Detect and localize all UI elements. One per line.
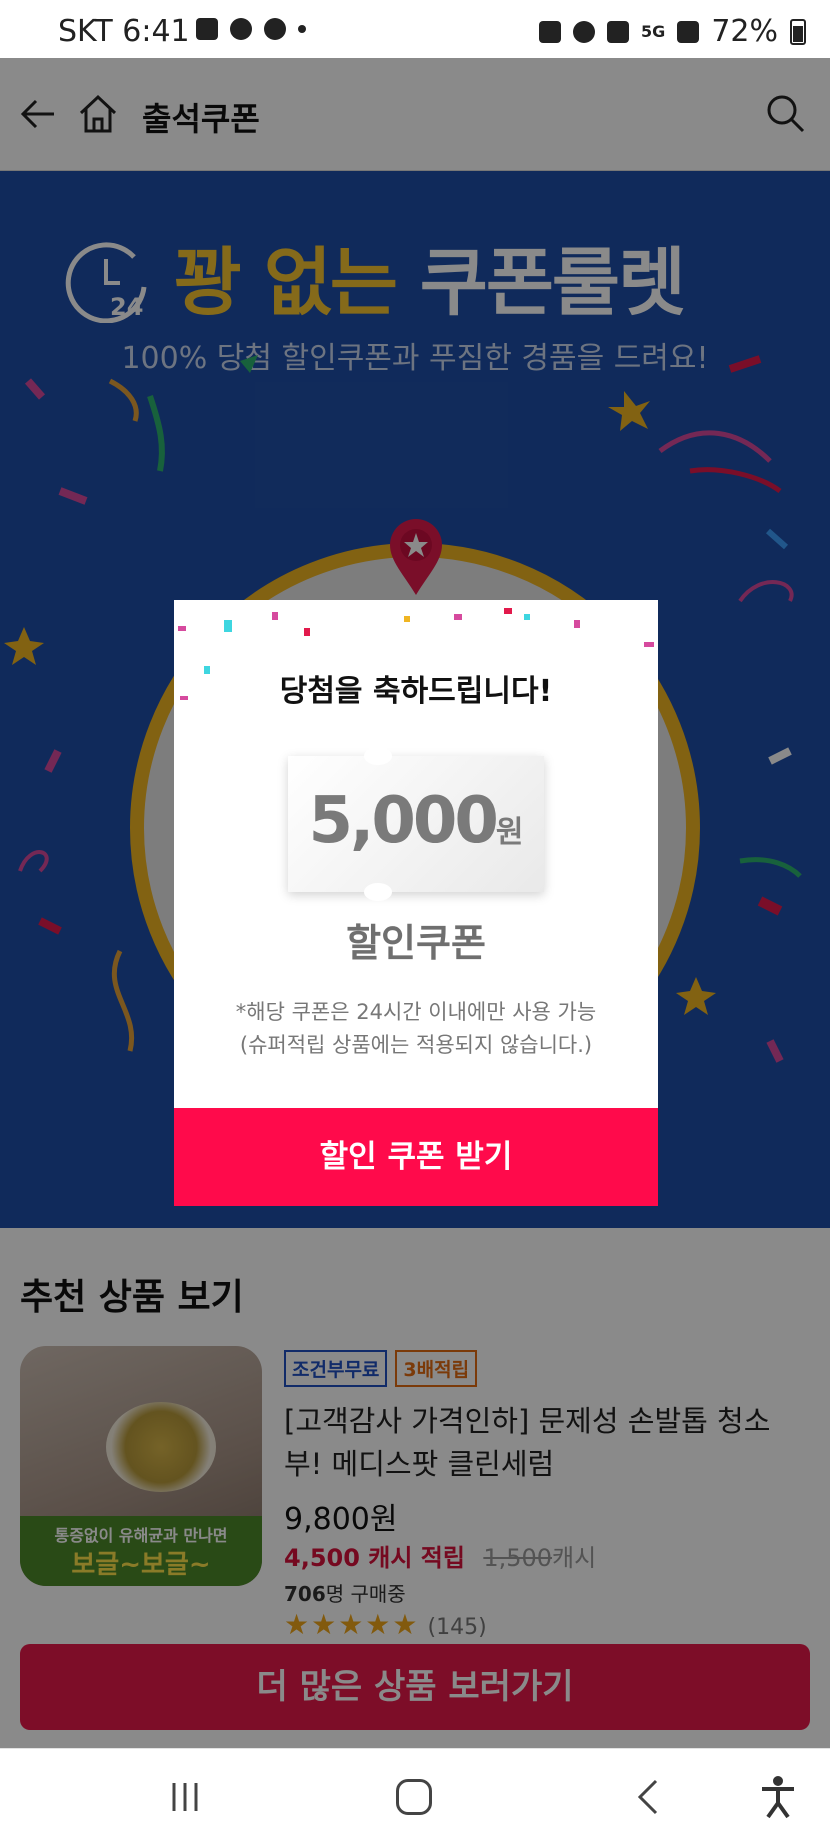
mute-icon [607, 20, 630, 43]
receive-coupon-button[interactable]: 할인 쿠폰 받기 [174, 1108, 658, 1206]
status-notification-icons [196, 18, 306, 40]
notification-icon [196, 18, 218, 40]
status-right: 5G 72% [539, 14, 806, 49]
settings-badge-icon [264, 18, 286, 40]
nav-back-icon[interactable] [634, 1779, 664, 1815]
congrats-heading: 당첨을 축하드립니다! [279, 674, 553, 709]
status-bar: SKT 6:41 5G 72% [0, 0, 830, 58]
coupon-note: *해당 쿠폰은 24시간 이내에만 사용 가능 (슈퍼적립 상품에는 적용되지 … [174, 996, 658, 1062]
status-time: SKT 6:41 [58, 14, 190, 49]
nav-home-icon[interactable] [396, 1779, 432, 1815]
ticket-notch-top [364, 747, 392, 765]
signal-icon [677, 20, 700, 43]
coupon-amount-value: 5,000 [308, 784, 498, 858]
system-nav-bar [0, 1748, 830, 1844]
battery-icon [790, 18, 806, 45]
ticket-notch-bottom [364, 883, 392, 901]
accessibility-icon[interactable] [758, 1775, 798, 1819]
lock-app-icon [230, 18, 252, 40]
network-type-label: 5G [641, 22, 666, 41]
battery-percent: 72% [711, 14, 778, 49]
coupon-amount: 5,000원 [288, 784, 544, 858]
coupon-kind: 할인쿠폰 [346, 921, 486, 965]
coupon-ticket: 5,000원 [288, 747, 544, 901]
coupon-note-line1: *해당 쿠폰은 24시간 이내에만 사용 가능 [235, 1000, 597, 1024]
nfc-icon [539, 20, 562, 43]
dot-icon [298, 25, 306, 33]
alarm-icon [573, 20, 596, 43]
win-coupon-modal: 당첨을 축하드립니다! 5,000원 할인쿠폰 *해당 쿠폰은 24시간 이내에… [174, 600, 658, 1206]
coupon-currency: 원 [495, 815, 524, 850]
coupon-note-line2: (슈퍼적립 상품에는 적용되지 않습니다.) [239, 1033, 593, 1057]
recent-apps-icon[interactable] [170, 1781, 200, 1813]
